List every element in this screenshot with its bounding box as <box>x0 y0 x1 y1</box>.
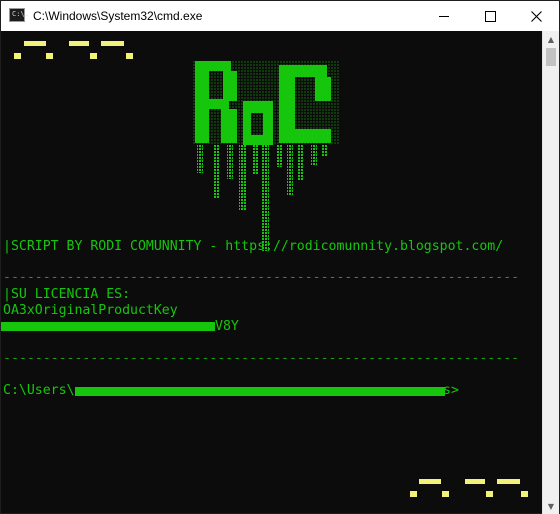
decor-block <box>90 53 97 59</box>
maximize-button[interactable] <box>467 1 513 31</box>
prompt-prefix: C:\Users\ <box>3 383 75 398</box>
decor-block <box>410 491 417 497</box>
prompt-suffix: s> <box>443 383 459 398</box>
decor-block <box>101 41 124 46</box>
close-icon <box>530 10 542 22</box>
decor-block <box>521 491 528 497</box>
scroll-down-icon[interactable]: ▼ <box>543 498 559 514</box>
redacted-user-path <box>75 387 445 396</box>
decor-block <box>486 491 493 497</box>
window-title: C:\Windows\System32\cmd.exe <box>33 9 203 23</box>
console-output[interactable]: |SCRIPT BY RODI COMUNNITY - https://rodi… <box>1 31 543 513</box>
cmd-app-icon[interactable]: C:\. <box>9 8 29 22</box>
product-key-label: OA3xOriginalProductKey <box>3 303 178 318</box>
decor-block <box>497 479 520 484</box>
separator-line: ----------------------------------------… <box>3 270 520 285</box>
scrollbar-thumb[interactable] <box>546 48 556 66</box>
minimize-button[interactable] <box>421 1 467 31</box>
licencia-label: |SU LICENCIA ES: <box>3 287 131 302</box>
decor-block <box>24 41 46 46</box>
decor-block <box>69 41 89 46</box>
separator-line: ----------------------------------------… <box>3 351 520 366</box>
decor-block <box>419 479 441 484</box>
decor-block <box>465 479 485 484</box>
minimize-icon <box>439 15 449 17</box>
product-key-suffix: V8Y <box>215 319 239 334</box>
maximize-icon <box>484 10 496 22</box>
decor-block <box>14 53 21 59</box>
decor-block <box>126 53 133 59</box>
scroll-up-icon[interactable]: ▲ <box>543 31 559 47</box>
title-bar[interactable]: C:\. C:\Windows\System32\cmd.exe <box>1 1 559 31</box>
redacted-product-key <box>1 322 215 331</box>
script-credit-line: |SCRIPT BY RODI COMUNNITY - https://rodi… <box>3 239 504 254</box>
decor-block <box>46 53 53 59</box>
app-icon-text: C:\. <box>12 10 29 18</box>
decor-block <box>442 491 449 497</box>
close-button[interactable] <box>513 1 559 31</box>
rodi-logo <box>193 61 339 251</box>
vertical-scrollbar[interactable]: ▲ ▼ <box>542 31 559 514</box>
console-window: C:\. C:\Windows\System32\cmd.exe |SCRIPT… <box>0 0 560 514</box>
